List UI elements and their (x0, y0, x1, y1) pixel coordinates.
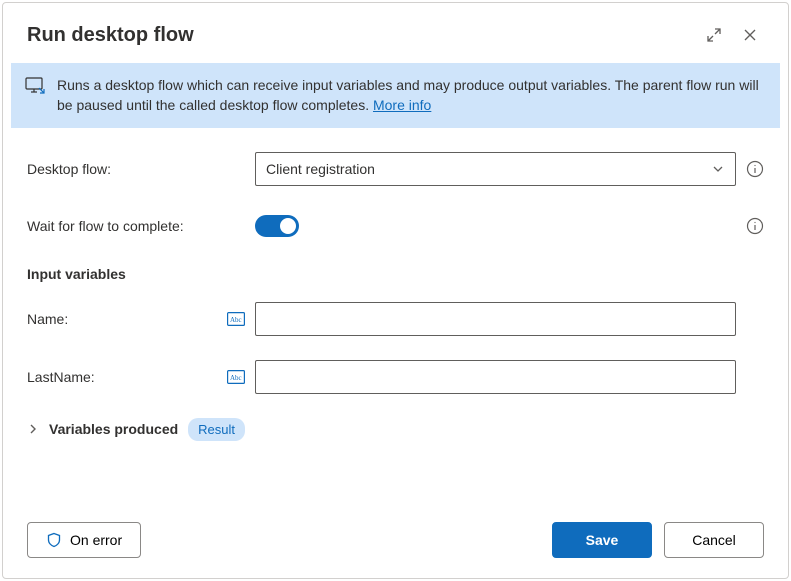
text-type-icon: Abc (227, 312, 251, 326)
wait-for-flow-toggle[interactable] (255, 215, 299, 237)
expand-icon[interactable] (700, 21, 728, 49)
dialog-footer: On error Save Cancel (3, 504, 788, 578)
input-name-row: Name: Abc (27, 302, 764, 336)
desktop-flow-info-icon[interactable] (736, 160, 764, 178)
desktop-flow-icon (25, 77, 45, 116)
shield-icon (46, 532, 62, 548)
desktop-flow-select[interactable]: Client registration (255, 152, 736, 186)
toggle-knob (280, 218, 296, 234)
input-name-label: Name: (27, 311, 227, 327)
info-text-wrap: Runs a desktop flow which can receive in… (57, 75, 766, 116)
desktop-flow-label: Desktop flow: (27, 161, 227, 177)
dialog-title: Run desktop flow (27, 24, 692, 47)
svg-text:Abc: Abc (230, 316, 242, 324)
close-icon[interactable] (736, 21, 764, 49)
text-type-icon: Abc (227, 370, 251, 384)
save-label: Save (586, 532, 619, 548)
variables-produced-label: Variables produced (49, 421, 178, 437)
input-lastname-row: LastName: Abc (27, 360, 764, 394)
info-banner: Runs a desktop flow which can receive in… (11, 63, 780, 128)
chevron-down-icon (711, 162, 725, 176)
desktop-flow-value: Client registration (266, 161, 711, 177)
lastname-input[interactable] (255, 360, 736, 394)
wait-for-flow-label: Wait for flow to complete: (27, 218, 227, 234)
input-lastname-label: LastName: (27, 369, 227, 385)
chevron-right-icon (27, 423, 39, 435)
wait-for-flow-row: Wait for flow to complete: (27, 210, 764, 242)
variables-produced-row[interactable]: Variables produced Result (27, 418, 764, 441)
cancel-label: Cancel (692, 532, 736, 548)
wait-for-flow-info-icon[interactable] (736, 217, 764, 235)
save-button[interactable]: Save (552, 522, 652, 558)
name-input[interactable] (255, 302, 736, 336)
variables-produced-chip[interactable]: Result (188, 418, 245, 441)
svg-text:Abc: Abc (230, 374, 242, 382)
input-vars-section-title: Input variables (27, 266, 764, 282)
run-desktop-flow-dialog: Run desktop flow Runs a desktop flow whi… (2, 2, 789, 579)
on-error-button[interactable]: On error (27, 522, 141, 558)
on-error-label: On error (70, 532, 122, 548)
cancel-button[interactable]: Cancel (664, 522, 764, 558)
more-info-link[interactable]: More info (373, 97, 431, 113)
dialog-header: Run desktop flow (3, 3, 788, 63)
desktop-flow-row: Desktop flow: Client registration (27, 152, 764, 186)
dialog-body: Desktop flow: Client registration Wait f… (3, 128, 788, 504)
